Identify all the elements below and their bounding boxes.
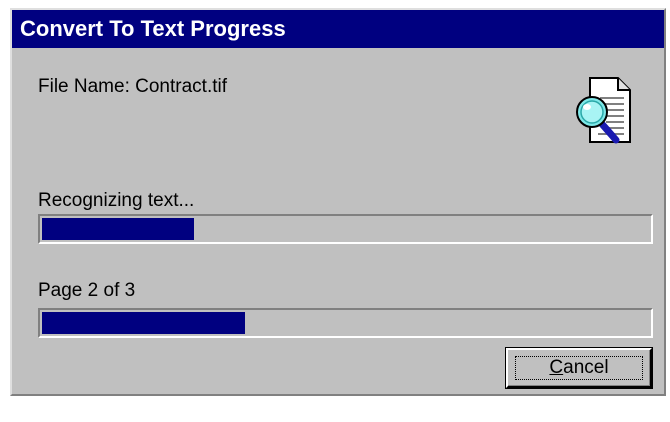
dialog-title[interactable]: Convert To Text Progress bbox=[12, 10, 664, 48]
recognition-progress-fill bbox=[42, 218, 194, 240]
page-count-label: Page 2 of 3 bbox=[38, 280, 136, 301]
cancel-button-label: Cancel bbox=[549, 357, 609, 378]
page-progress-fill bbox=[42, 312, 245, 334]
status-label: Recognizing text... bbox=[38, 190, 195, 211]
file-name-label: File Name: Contract.tif bbox=[38, 76, 227, 97]
convert-progress-dialog: Convert To Text Progress File Name: Cont… bbox=[10, 8, 666, 396]
cancel-button[interactable]: Cancel bbox=[505, 347, 653, 389]
recognition-progress-bar bbox=[38, 214, 653, 244]
cancel-focus-rect: Cancel bbox=[515, 356, 643, 380]
page-progress-bar bbox=[38, 308, 653, 338]
document-magnifier-icon bbox=[576, 77, 631, 144]
